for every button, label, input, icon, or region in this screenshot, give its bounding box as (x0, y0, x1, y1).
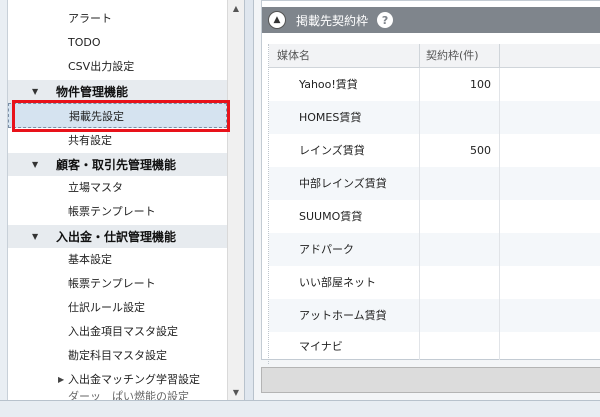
collapse-triangle-icon[interactable]: ▼ (32, 232, 50, 241)
tree-item-label: 共有設定 (68, 134, 112, 147)
help-icon[interactable]: ? (377, 12, 394, 28)
content-pane: ▲ 掲載先契約枠 ? 媒体名 契約枠(件) Yahoo!賃貸 100 HOMES… (253, 0, 600, 400)
window-bottom-strip (0, 400, 600, 417)
tree-item-journal-rules[interactable]: 仕訳ルール設定 (8, 295, 227, 319)
tree-item-basic-settings[interactable]: 基本設定 (8, 247, 227, 271)
tree-item-label: 入出金マッチング学習設定 (68, 373, 200, 386)
tree-item-payment-item-master[interactable]: 入出金項目マスタ設定 (8, 319, 227, 343)
tree-group-label: 入出金・仕訳管理機能 (56, 230, 177, 244)
media-name-cell: マイナビ (269, 332, 420, 360)
tree-item-position-master[interactable]: 立場マスタ (8, 175, 227, 199)
tree-group-customer[interactable]: ▼ 顧客・取引先管理機能 (8, 153, 227, 176)
tree-item-label: 帳票テンプレート (68, 277, 156, 290)
empty-cell (500, 68, 600, 101)
tree-group-label: 物件管理機能 (56, 85, 129, 99)
tree-item-account-master[interactable]: 勘定科目マスタ設定 (8, 343, 227, 367)
expand-triangle-icon[interactable]: ▶ (58, 375, 68, 384)
tree-item-label: 立場マスタ (68, 181, 123, 194)
empty-cell (500, 332, 600, 360)
table-row[interactable]: アドパーク (269, 233, 600, 266)
tree-item-label: CSV出力設定 (68, 60, 135, 73)
empty-cell (500, 101, 600, 134)
tree-item-csv-export[interactable]: CSV出力設定 (8, 54, 227, 78)
empty-cell (500, 299, 600, 332)
tree-item-label: TODO (68, 35, 101, 49)
table-row[interactable]: Yahoo!賃貸 100 (269, 68, 600, 101)
tree-item-todo[interactable]: TODO (8, 30, 227, 54)
panel-title: 掲載先契約枠 (296, 13, 369, 28)
tree-group-accounting[interactable]: ▼ 入出金・仕訳管理機能 (8, 225, 227, 248)
quota-cell[interactable] (420, 266, 500, 299)
quota-cell[interactable] (420, 332, 500, 360)
selection-highlight-box (12, 100, 230, 132)
empty-cell (500, 167, 600, 200)
contract-grid: 媒体名 契約枠(件) Yahoo!賃貸 100 HOMES賃貸 レインズ賃貸 5… (268, 43, 600, 364)
empty-cell (500, 266, 600, 299)
quota-cell[interactable] (420, 200, 500, 233)
settings-tree-sidebar: アラート TODO CSV出力設定 ▼ 物件管理機能 掲載先設定 共有設定 ▼ … (0, 0, 245, 400)
scroll-up-icon[interactable]: ▲ (228, 0, 244, 16)
quota-cell[interactable] (420, 101, 500, 134)
media-name-cell: いい部屋ネット (269, 266, 420, 299)
listing-contract-panel: ▲ 掲載先契約枠 ? 媒体名 契約枠(件) Yahoo!賃貸 100 HOMES… (261, 0, 600, 364)
tree-item-form-template-2[interactable]: 帳票テンプレート (8, 271, 227, 295)
empty-cell (500, 134, 600, 167)
media-name-cell: SUUMO賃貸 (269, 200, 420, 233)
empty-cell (500, 233, 600, 266)
quota-cell[interactable] (420, 233, 500, 266)
tree-item-alert[interactable]: アラート (8, 6, 227, 30)
table-row[interactable]: レインズ賃貸 500 (269, 134, 600, 167)
table-row[interactable]: マイナビ (269, 332, 600, 360)
tree-item-label: 帳票テンプレート (68, 205, 156, 218)
column-header-media[interactable]: 媒体名 (269, 43, 420, 68)
tree-item-matching-learning[interactable]: ▶ 入出金マッチング学習設定 (8, 367, 227, 391)
media-name-cell: Yahoo!賃貸 (269, 68, 420, 101)
tree-item-label: 入出金項目マスタ設定 (68, 325, 178, 338)
table-row[interactable]: アットホーム賃貸 (269, 299, 600, 332)
table-row[interactable]: HOMES賃貸 (269, 101, 600, 134)
collapse-triangle-icon[interactable]: ▼ (32, 160, 50, 169)
collapse-triangle-icon[interactable]: ▼ (32, 87, 50, 96)
tree-group-label: 顧客・取引先管理機能 (56, 158, 177, 172)
media-name-cell: アットホーム賃貸 (269, 299, 420, 332)
grid-header: 媒体名 契約枠(件) (269, 43, 600, 68)
scroll-down-icon[interactable]: ▼ (228, 384, 244, 400)
table-row[interactable]: いい部屋ネット (269, 266, 600, 299)
sidebar-edge (0, 0, 8, 400)
tree-item-cutoff[interactable]: ダーッ ぱい燃能の設定 (8, 389, 227, 400)
table-row[interactable]: SUUMO賃貸 (269, 200, 600, 233)
sidebar-scrollbar[interactable]: ▲ ▼ (227, 0, 244, 400)
column-header-quota[interactable]: 契約枠(件) (420, 43, 500, 68)
tree-item-label: ダーッ ぱい燃能の設定 (68, 390, 189, 400)
quota-cell[interactable] (420, 167, 500, 200)
panel-header: ▲ 掲載先契約枠 ? (262, 7, 600, 33)
table-row[interactable]: 中部レインズ賃貸 (269, 167, 600, 200)
quota-cell[interactable]: 500 (420, 134, 500, 167)
collapse-up-icon[interactable]: ▲ (268, 11, 286, 29)
quota-cell[interactable]: 100 (420, 68, 500, 101)
quota-cell[interactable] (420, 299, 500, 332)
tree-item-label: 基本設定 (68, 253, 112, 266)
media-name-cell: 中部レインズ賃貸 (269, 167, 420, 200)
media-name-cell: アドパーク (269, 233, 420, 266)
empty-cell (500, 200, 600, 233)
tree-item-label: 仕訳ルール設定 (68, 301, 145, 314)
media-name-cell: HOMES賃貸 (269, 101, 420, 134)
tree-item-label: アラート (68, 12, 112, 25)
tree-item-form-template[interactable]: 帳票テンプレート (8, 199, 227, 223)
tree-item-label: 勘定科目マスタ設定 (68, 349, 167, 362)
media-name-cell: レインズ賃貸 (269, 134, 420, 167)
panel-footer-bar (261, 367, 600, 393)
